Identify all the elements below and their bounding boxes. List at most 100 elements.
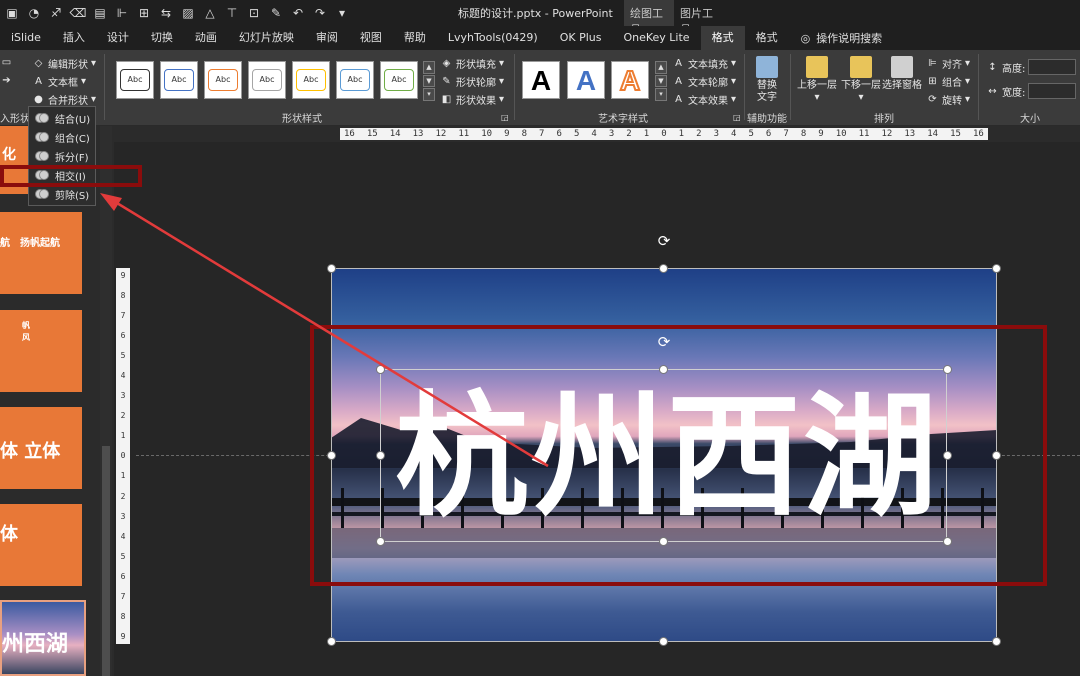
shape-styles-gallery-scroll[interactable]: ▲ ▼ ▾ — [423, 61, 435, 102]
shape-style-thumb-5[interactable]: Abc — [292, 61, 330, 99]
align-button[interactable]: ⊫ 对齐 ▾ — [926, 56, 970, 71]
wordart-thumb-black[interactable]: A — [522, 61, 560, 99]
wordart-thumb-orange[interactable]: A — [611, 61, 649, 99]
slide-thumbnail-3[interactable]: 帆 风 — [0, 310, 82, 392]
shapes-icon[interactable]: △ — [200, 3, 220, 23]
scrollbar-thumb[interactable] — [102, 446, 110, 676]
shape-outline-button[interactable]: ✎ 形状轮廓 ▾ — [440, 74, 504, 89]
document-title: 标题的设计.pptx - PowerPoint — [458, 7, 613, 20]
tab-picture-format[interactable]: 格式 — [745, 26, 789, 50]
resize-handle-top-right[interactable] — [992, 264, 1001, 273]
menu-item-combine[interactable]: 组合(C) — [29, 128, 95, 146]
alt-text-button[interactable]: 替换 文字 — [752, 56, 782, 104]
ruler-tick-label: 13 — [412, 129, 424, 139]
tab-insert[interactable]: 插入 — [52, 26, 96, 50]
tab-lvyhtools[interactable]: LvyhTools(0429) — [437, 26, 549, 50]
slide-thumbnail-2[interactable]: 扬帆起航 航 — [0, 212, 82, 294]
tab-help[interactable]: 帮助 — [393, 26, 437, 50]
slide-thumbnail-6[interactable]: 州西湖 — [0, 600, 86, 676]
wordart-gallery-scroll[interactable]: ▲ ▼ ▾ — [655, 61, 667, 102]
tab-onekey-lite[interactable]: OneKey Lite — [612, 26, 700, 50]
rotate-button[interactable]: ⟳ 旋转 ▾ — [926, 92, 970, 107]
group-button[interactable]: ⊞ 组合 ▾ — [926, 74, 970, 89]
shape-effects-button[interactable]: ◧ 形状效果 ▾ — [440, 92, 504, 107]
shapes-gallery-partial[interactable]: ▭ — [0, 56, 13, 69]
menu-item-union[interactable]: 结合(U) — [29, 109, 95, 127]
picture-icon[interactable]: ▤ — [90, 3, 110, 23]
align-icon[interactable]: ⊩ — [112, 3, 132, 23]
bring-forward-button[interactable]: 上移一层 ▾ — [796, 56, 838, 104]
brush-icon[interactable]: ✎ — [266, 3, 286, 23]
shape-style-thumb-2[interactable]: Abc — [160, 61, 198, 99]
selection-pane-icon — [891, 56, 913, 78]
undo-icon[interactable]: ↶ — [288, 3, 308, 23]
crop-icon[interactable]: ⊡ — [244, 3, 264, 23]
tell-me-label: 操作说明搜索 — [816, 32, 883, 45]
gallery-down-icon[interactable]: ▼ — [655, 74, 667, 88]
tab-transitions[interactable]: 切换 — [140, 26, 184, 50]
slide-thumbnail-4[interactable]: 体 立体 — [0, 407, 82, 489]
swap-icon[interactable]: ⇆ — [156, 3, 176, 23]
save-icon[interactable]: ▣ — [2, 3, 22, 23]
rotate-handle-icon[interactable]: ⟳ — [655, 232, 673, 250]
distribute-icon[interactable]: ⊞ — [134, 3, 154, 23]
tab-ok-plus[interactable]: OK Plus — [549, 26, 613, 50]
selection-pane-button[interactable]: 选择窗格 — [882, 56, 922, 92]
eraser-icon[interactable]: ⌫ — [68, 3, 88, 23]
tab-review[interactable]: 审阅 — [305, 26, 349, 50]
send-backward-button[interactable]: 下移一层 ▾ — [840, 56, 882, 104]
width-field: ↔ 宽度: — [986, 84, 1025, 99]
resize-handle-bottom-left[interactable] — [327, 637, 336, 646]
context-tab-picture-tools: 图片工具 — [680, 7, 713, 36]
slide-panel-scrollbar[interactable] — [100, 126, 112, 676]
shape-style-thumb-3[interactable]: Abc — [204, 61, 242, 99]
menu-item-fragment[interactable]: 拆分(F) — [29, 147, 95, 165]
merge-shapes-label: 合并形状 — [48, 96, 88, 107]
wordart-thumb-blue[interactable]: A — [567, 61, 605, 99]
gallery-more-icon[interactable]: ▾ — [655, 88, 667, 102]
shape-style-thumb-7[interactable]: Abc — [380, 61, 418, 99]
fragment-icon — [35, 151, 49, 161]
gallery-down-icon[interactable]: ▼ — [423, 74, 435, 88]
palette-icon[interactable]: ◔ — [24, 3, 44, 23]
merge-shapes-button[interactable]: ● 合并形状 ▾ — [32, 92, 96, 107]
chevron-down-icon: ▾ — [965, 76, 971, 87]
tab-view[interactable]: 视图 — [349, 26, 393, 50]
slide-thumbnail-5[interactable]: 体 — [0, 504, 82, 586]
resize-handle-bottom-right[interactable] — [992, 637, 1001, 646]
text-effects-button[interactable]: A 文本效果 ▾ — [672, 92, 736, 107]
shape-style-thumb-6[interactable]: Abc — [336, 61, 374, 99]
shape-outline-label: 形状轮廓 — [456, 78, 496, 89]
resize-handle-top[interactable] — [659, 264, 668, 273]
wordart-dialog-launcher[interactable]: ◲ — [733, 113, 741, 122]
ruler-tick-label: 15 — [950, 129, 961, 139]
tab-shape-format[interactable]: 格式 — [700, 26, 745, 50]
text-outline-button[interactable]: A 文本轮廓 ▾ — [672, 74, 736, 89]
gallery-up-icon[interactable]: ▲ — [655, 61, 667, 74]
shape-styles-dialog-launcher[interactable]: ◲ — [501, 113, 509, 122]
image-icon[interactable]: ▨ — [178, 3, 198, 23]
tab-slide-show[interactable]: 幻灯片放映 — [228, 26, 305, 50]
shape-style-thumb-1[interactable]: Abc — [116, 61, 154, 99]
tab-animations[interactable]: 动画 — [184, 26, 228, 50]
gallery-more-icon[interactable]: ▾ — [423, 88, 435, 102]
text-fill-button[interactable]: A 文本填充 ▾ — [672, 56, 736, 71]
resize-handle-top-left[interactable] — [327, 264, 336, 273]
resize-handle-bottom[interactable] — [659, 637, 668, 646]
menu-item-subtract[interactable]: 剪除(S) — [29, 185, 95, 203]
customize-qat-icon[interactable]: ▾ — [332, 3, 352, 23]
width-input[interactable] — [1028, 83, 1076, 99]
table-icon[interactable]: ⊤ — [222, 3, 242, 23]
shape-style-thumb-4[interactable]: Abc — [248, 61, 286, 99]
redo-icon[interactable]: ↷ — [310, 3, 330, 23]
format-painter-icon[interactable]: ♐ — [46, 3, 66, 23]
edit-shape-button[interactable]: ◇ 编辑形状 ▾ — [32, 56, 96, 71]
height-input[interactable] — [1028, 59, 1076, 75]
tab-islide[interactable]: iSlide — [0, 26, 52, 50]
text-box-button[interactable]: A 文本框 ▾ — [32, 74, 86, 89]
tell-me-search[interactable]: ◎ 操作说明搜索 — [789, 30, 883, 46]
arrow-shape-partial[interactable]: ➔ — [0, 74, 13, 87]
tab-design[interactable]: 设计 — [96, 26, 140, 50]
shape-fill-button[interactable]: ◈ 形状填充 ▾ — [440, 56, 504, 71]
gallery-up-icon[interactable]: ▲ — [423, 61, 435, 74]
